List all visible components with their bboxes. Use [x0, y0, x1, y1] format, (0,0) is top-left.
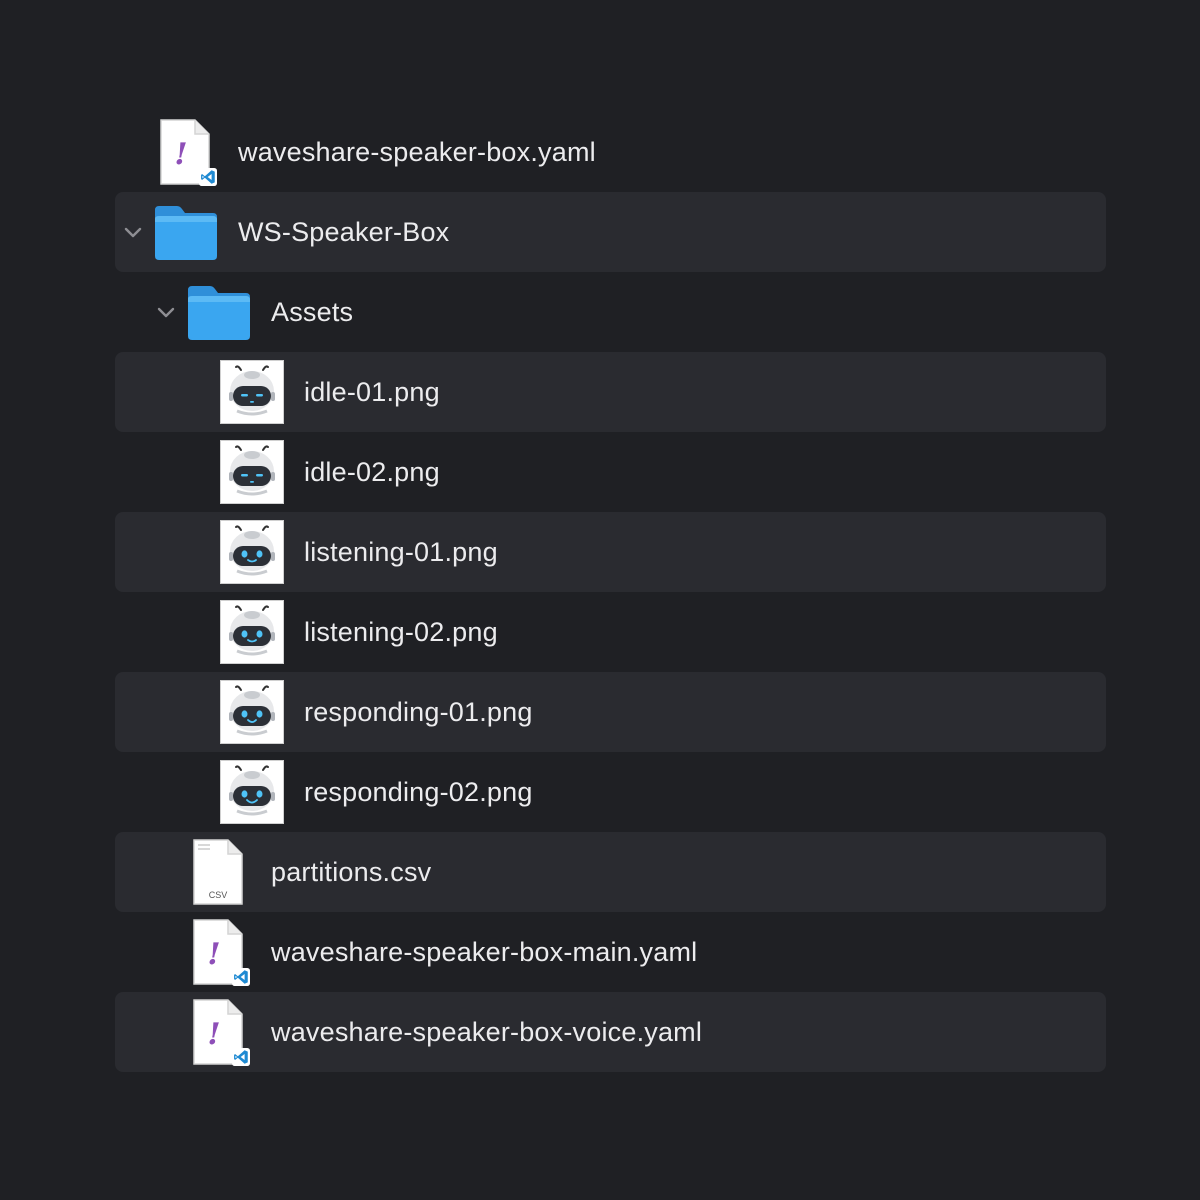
file-list: ! waveshare-speaker-box.yaml WS-Speaker-…	[115, 112, 1106, 1072]
csv-badge: CSV	[209, 890, 228, 900]
file-name: responding-01.png	[304, 697, 533, 727]
file-name: waveshare-speaker-box.yaml	[238, 137, 596, 167]
file-row-listening-01-png[interactable]: listening-01.png	[115, 512, 1106, 592]
file-name: listening-01.png	[304, 537, 498, 567]
robot-thumbnail-icon	[220, 760, 284, 824]
file-name: listening-02.png	[304, 617, 498, 647]
file-row-responding-01-png[interactable]: responding-01.png	[115, 672, 1106, 752]
file-name: responding-02.png	[304, 777, 533, 807]
file-name: partitions.csv	[271, 857, 432, 887]
file-row-idle-02-png[interactable]: idle-02.png	[115, 432, 1106, 512]
folder-icon	[186, 284, 252, 347]
yaml-file-icon: !	[192, 918, 252, 993]
robot-thumbnail-icon	[220, 520, 284, 584]
file-name: waveshare-speaker-box-main.yaml	[271, 937, 698, 967]
folder-row-ws-speaker-box[interactable]: WS-Speaker-Box	[115, 192, 1106, 272]
csv-file-icon: CSV	[192, 838, 252, 913]
robot-thumbnail-icon	[220, 600, 284, 664]
robot-thumbnail-icon	[220, 440, 284, 504]
chevron-down-icon[interactable]	[121, 220, 145, 244]
folder-name: Assets	[271, 297, 354, 327]
file-name: idle-01.png	[304, 377, 440, 407]
file-name: idle-02.png	[304, 457, 440, 487]
folder-icon	[153, 204, 219, 267]
file-name: waveshare-speaker-box-voice.yaml	[271, 1017, 703, 1047]
svg-text:!: !	[207, 937, 220, 972]
svg-text:!: !	[207, 1017, 220, 1052]
file-row-waveshare-speaker-box-voice-yaml[interactable]: ! waveshare-speaker-box-voice.yaml	[115, 992, 1106, 1072]
svg-text:!: !	[174, 137, 187, 172]
file-row-waveshare-speaker-box-yaml[interactable]: ! waveshare-speaker-box.yaml	[115, 112, 1106, 192]
chevron-down-icon[interactable]	[154, 300, 178, 324]
file-row-responding-02-png[interactable]: responding-02.png	[115, 752, 1106, 832]
file-row-idle-01-png[interactable]: idle-01.png	[115, 352, 1106, 432]
yaml-file-icon: !	[192, 998, 252, 1073]
file-row-waveshare-speaker-box-main-yaml[interactable]: ! waveshare-speaker-box-main.yaml	[115, 912, 1106, 992]
file-row-partitions-csv[interactable]: CSV partitions.csv	[115, 832, 1106, 912]
robot-thumbnail-icon	[220, 680, 284, 744]
folder-name: WS-Speaker-Box	[238, 217, 450, 247]
file-row-listening-02-png[interactable]: listening-02.png	[115, 592, 1106, 672]
robot-thumbnail-icon	[220, 360, 284, 424]
yaml-file-icon: !	[159, 118, 219, 193]
folder-row-assets[interactable]: Assets	[115, 272, 1106, 352]
